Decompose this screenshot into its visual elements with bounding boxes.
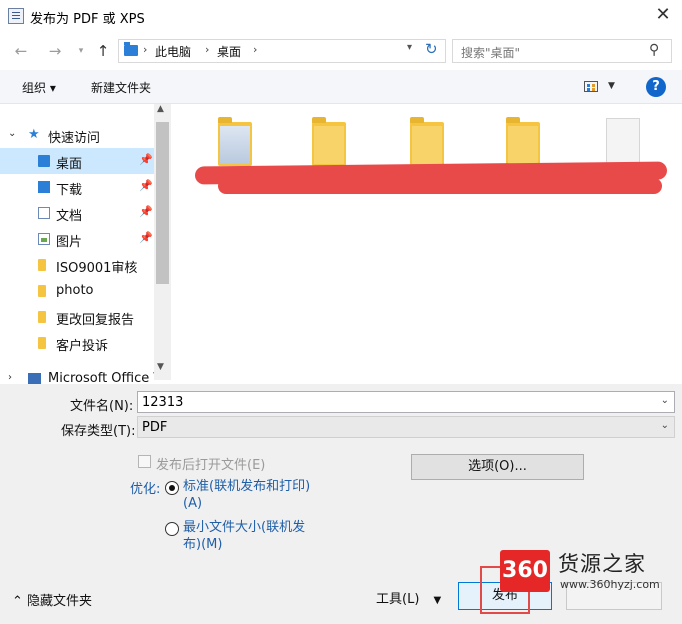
breadcrumb-desktop[interactable]: 桌面 <box>217 43 241 60</box>
sidebar-item-label: 桌面 <box>56 157 83 172</box>
view-options-chevron-icon[interactable]: ▼ <box>608 81 615 91</box>
breadcrumb-separator-icon[interactable]: › <box>205 43 209 56</box>
chevron-down-icon[interactable]: ⌄ <box>661 395 669 406</box>
radio-standard-label-line2[interactable]: (A) <box>183 495 202 512</box>
pin-icon: 📌 <box>139 153 153 166</box>
desktop-folder-icon <box>124 42 138 56</box>
radio-minimum-size[interactable] <box>165 522 179 536</box>
tools-menu[interactable]: 工具(L) ▼ <box>376 588 441 607</box>
pin-icon: 📌 <box>139 179 153 192</box>
folder-icon <box>38 285 46 297</box>
redaction-mark <box>218 178 662 194</box>
filetype-select[interactable]: PDF ⌄ <box>137 416 675 438</box>
folder-icon <box>410 117 444 166</box>
sidebar-item-documents[interactable]: 文档 📌 <box>0 200 154 226</box>
file-list <box>172 104 682 384</box>
pin-icon: 📌 <box>139 205 153 218</box>
search-icon: ⚲ <box>649 42 660 58</box>
star-icon: ★ <box>28 127 40 142</box>
sidebar-item-reply-reports[interactable]: 更改回复报告 <box>0 304 154 330</box>
filename-value: 12313 <box>142 395 184 410</box>
sidebar-item-office[interactable]: › Microsoft Office \ <box>0 366 154 384</box>
sidebar-item-desktop[interactable]: 桌面 📌 <box>0 148 154 174</box>
up-arrow-icon[interactable]: ↑ <box>92 40 114 62</box>
sidebar-item-downloads[interactable]: 下载 📌 <box>0 174 154 200</box>
file-icon <box>606 118 640 164</box>
filename-label: 文件名(N): <box>70 399 134 414</box>
document-icon <box>8 8 24 24</box>
radio-standard-label-line1[interactable]: 标准(联机发布和打印) <box>183 478 310 495</box>
sidebar-item-photo[interactable]: photo <box>0 278 154 304</box>
folder-icon <box>38 311 46 323</box>
tools-label: 工具(L) <box>376 592 420 607</box>
open-after-publish-label: 发布后打开文件(E) <box>156 458 266 473</box>
expand-chevron-icon[interactable]: › <box>8 372 12 383</box>
forward-arrow-icon[interactable]: → <box>44 40 66 62</box>
filetype-label: 保存类型(T): <box>61 424 136 439</box>
navigation-pane: ⌄ ★ 快速访问 桌面 📌 下载 📌 文档 📌 图片 📌 ISO9001审核 p… <box>0 104 170 384</box>
filetype-value: PDF <box>142 420 168 435</box>
sidebar-item-label: 快速访问 <box>48 131 101 146</box>
refresh-icon[interactable]: ↻ <box>425 40 438 58</box>
address-dropdown-icon[interactable]: ▾ <box>407 42 412 53</box>
folder-icon <box>38 259 46 271</box>
back-arrow-icon[interactable]: ← <box>10 40 32 62</box>
sidebar-item-label: photo <box>56 283 94 298</box>
breadcrumb-this-pc[interactable]: 此电脑 <box>155 43 191 60</box>
chevron-down-icon: ▼ <box>433 595 442 606</box>
radio-standard[interactable] <box>165 481 179 495</box>
radio-minimum-label-line2[interactable]: 布)(M) <box>183 536 222 553</box>
desktop-folder-icon <box>38 155 50 167</box>
sidebar-item-label: 客户投诉 <box>56 339 109 354</box>
optimize-label: 优化: <box>130 482 161 497</box>
chevron-down-icon[interactable]: ⌄ <box>661 420 669 431</box>
hide-folders-toggle[interactable]: ⌃ 隐藏文件夹 <box>12 590 92 609</box>
sidebar-item-label: 更改回复报告 <box>56 313 135 328</box>
toolbar: 组织 ▾ 新建文件夹 ▼ <box>0 70 682 104</box>
options-button[interactable]: 选项(O)... <box>411 454 584 480</box>
sidebar-item-complaints[interactable]: 客户投诉 <box>0 330 154 356</box>
sidebar-item-label: 文档 <box>56 209 83 224</box>
address-bar[interactable]: › 此电脑 › 桌面 › ▾ ↻ <box>118 39 446 63</box>
breadcrumb-separator-icon[interactable]: › <box>253 43 257 56</box>
scroll-down-arrow-icon[interactable]: ▼ <box>157 362 164 372</box>
watermark-name: 货源之家 <box>558 552 646 576</box>
breadcrumb-separator-icon[interactable]: › <box>143 43 147 56</box>
picture-icon <box>38 233 50 245</box>
organize-button[interactable]: 组织 ▾ <box>22 79 56 96</box>
open-after-publish-checkbox[interactable] <box>138 455 151 468</box>
expand-chevron-icon[interactable]: ⌄ <box>8 128 16 139</box>
watermark-badge: 360 <box>500 550 550 592</box>
watermark-url: www.360hyzj.com <box>560 578 660 591</box>
office-icon <box>28 373 41 384</box>
folder-icon <box>506 117 540 166</box>
window-title: 发布为 PDF 或 XPS <box>30 12 145 27</box>
sidebar-item-label: 下载 <box>56 183 83 198</box>
download-icon <box>38 181 50 193</box>
hide-folders-label: 隐藏文件夹 <box>27 594 93 609</box>
folder-icon <box>312 117 346 166</box>
document-icon <box>38 207 50 219</box>
change-view-icon[interactable] <box>584 81 598 92</box>
sidebar-item-pictures[interactable]: 图片 📌 <box>0 226 154 252</box>
recent-locations-chevron-icon[interactable]: ▾ <box>70 40 92 62</box>
nav-quick-access[interactable]: ⌄ ★ 快速访问 <box>0 122 154 148</box>
radio-minimum-label-line1[interactable]: 最小文件大小(联机发 <box>183 519 305 536</box>
search-input[interactable]: 搜索"桌面" ⚲ <box>452 39 672 63</box>
sidebar-item-label: Microsoft Office \ <box>48 371 154 384</box>
folder-icon <box>38 337 46 349</box>
new-folder-button[interactable]: 新建文件夹 <box>91 79 151 96</box>
sidebar-item-label: 图片 <box>56 235 83 250</box>
search-placeholder: 搜索"桌面" <box>461 46 521 60</box>
folder-icon <box>218 117 252 166</box>
pin-icon: 📌 <box>139 231 153 244</box>
sidebar-item-label: ISO9001审核 <box>56 261 138 276</box>
nav-scrollbar-thumb[interactable] <box>156 122 169 284</box>
help-icon[interactable]: ? <box>646 77 666 97</box>
chevron-up-icon: ⌃ <box>12 594 23 609</box>
filename-field[interactable]: 12313 ⌄ <box>137 391 675 413</box>
sidebar-item-iso9001[interactable]: ISO9001审核 <box>0 252 154 278</box>
close-button[interactable]: ✕ <box>648 2 678 30</box>
scroll-up-arrow-icon[interactable]: ▲ <box>157 104 164 114</box>
